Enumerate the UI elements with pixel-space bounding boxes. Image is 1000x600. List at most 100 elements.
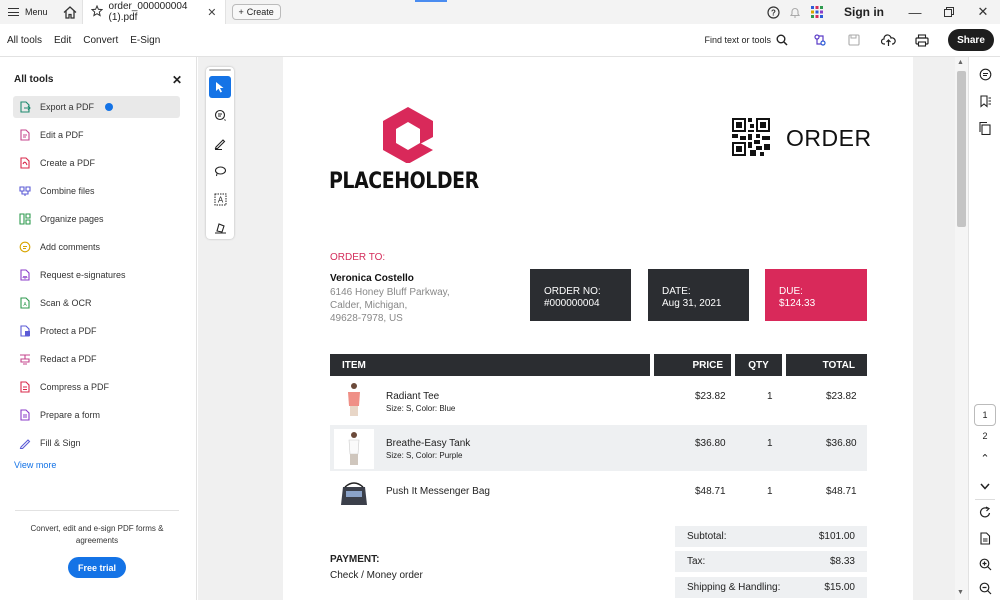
tool-prepare-form[interactable]: Prepare a form: [13, 404, 180, 426]
bookmarks-icon[interactable]: [976, 92, 994, 110]
payment-label: PAYMENT:: [330, 554, 380, 565]
tab-title: order_000000004 (1).pdf: [108, 1, 188, 23]
shipping-value: $15.00: [824, 582, 855, 593]
page-up-chevron-icon[interactable]: ⌃: [976, 449, 994, 467]
text-box-icon[interactable]: A: [209, 188, 231, 210]
right-rail: 1 2 ⌃: [968, 57, 1000, 600]
tool-redact-pdf[interactable]: Redact a PDF: [13, 348, 180, 370]
tool-label: Organize pages: [40, 214, 104, 224]
document-viewer[interactable]: A PLACEHOLDER ORDER ORDER TO: Veronica C…: [198, 57, 968, 600]
tool-export-pdf[interactable]: Export a PDF: [13, 96, 180, 118]
due-value: $124.33: [779, 298, 816, 309]
home-icon[interactable]: [58, 0, 82, 24]
create-pdf-icon: [19, 157, 31, 169]
item-qty: 1: [767, 438, 773, 449]
close-tab-icon[interactable]: ✕: [207, 6, 216, 19]
menu-esign[interactable]: E-Sign: [124, 35, 166, 46]
tool-organize-pages[interactable]: Organize pages: [13, 208, 180, 230]
lasso-icon[interactable]: [209, 160, 231, 182]
compress-pdf-icon: [19, 381, 31, 393]
tax-label: Tax:: [687, 556, 706, 567]
find-tools-button[interactable]: Find text or tools: [704, 34, 788, 46]
tool-scan-ocr[interactable]: A Scan & OCR: [13, 292, 180, 314]
close-panel-icon[interactable]: ✕: [172, 73, 182, 87]
current-page-input[interactable]: 1: [974, 404, 996, 426]
notifications-bell-icon[interactable]: [784, 0, 806, 24]
address-line: 49628-7978, US: [330, 313, 403, 324]
tool-compress-pdf[interactable]: Compress a PDF: [13, 376, 180, 398]
view-more-link[interactable]: View more: [14, 460, 56, 470]
tool-fill-sign[interactable]: Fill & Sign: [13, 432, 180, 454]
star-icon[interactable]: [90, 4, 103, 20]
apps-grid-icon[interactable]: [806, 0, 828, 24]
pdf-page: PLACEHOLDER ORDER ORDER TO: Veronica Cos…: [283, 57, 913, 600]
create-button[interactable]: + Create: [231, 4, 281, 20]
scrollbar-thumb[interactable]: [957, 71, 966, 227]
share-button[interactable]: Share: [948, 29, 994, 51]
help-icon[interactable]: ?: [762, 0, 784, 24]
new-badge-icon: [105, 103, 114, 111]
item-total: $23.82: [826, 391, 857, 402]
menu-edit[interactable]: Edit: [48, 35, 77, 46]
panel-divider: [15, 510, 179, 511]
save-icon[interactable]: [840, 24, 868, 57]
svg-text:A: A: [217, 195, 223, 204]
item-name: Push It Messenger Bag: [386, 486, 490, 497]
fit-page-icon[interactable]: [976, 529, 994, 547]
menu-all-tools[interactable]: All tools: [0, 35, 48, 46]
zoom-in-icon[interactable]: [976, 555, 994, 573]
vertical-scrollbar[interactable]: ▲ ▼: [955, 57, 968, 600]
tool-create-pdf[interactable]: Create a PDF: [13, 152, 180, 174]
prepare-form-icon: [19, 409, 31, 421]
tool-edit-pdf[interactable]: Edit a PDF: [13, 124, 180, 146]
menu-button[interactable]: Menu: [0, 0, 58, 24]
tool-add-comments[interactable]: Add comments: [13, 236, 180, 258]
protect-pdf-icon: [19, 325, 31, 337]
tool-label: Add comments: [40, 242, 101, 252]
sign-pen-icon[interactable]: [209, 216, 231, 238]
combine-files-icon: [19, 185, 31, 197]
tool-label: Request e-signatures: [40, 270, 126, 280]
add-comment-icon[interactable]: [209, 104, 231, 126]
item-total: $36.80: [826, 438, 857, 449]
toolbar-grip[interactable]: [209, 69, 231, 71]
comment-panel-icon[interactable]: [976, 65, 994, 83]
close-window-icon[interactable]: ✕: [966, 0, 1000, 24]
placeholder-logo: [383, 107, 433, 163]
tool-request-esignatures[interactable]: Request e-signatures: [13, 264, 180, 286]
plus-icon: +: [238, 7, 244, 17]
minimize-icon[interactable]: —: [898, 0, 932, 24]
item-price: $23.82: [695, 391, 726, 402]
scroll-down-arrow-icon[interactable]: ▼: [957, 589, 964, 596]
menu-convert[interactable]: Convert: [77, 35, 124, 46]
ai-assistant-icon[interactable]: [806, 24, 834, 57]
accent-line: [415, 0, 447, 2]
print-icon[interactable]: [908, 24, 936, 57]
draw-pen-icon[interactable]: [209, 132, 231, 154]
select-cursor-icon[interactable]: [209, 76, 231, 98]
rotate-icon[interactable]: [976, 503, 994, 521]
tool-label: Prepare a form: [40, 410, 101, 420]
logo-text: PLACEHOLDER: [329, 169, 479, 194]
tool-combine-files[interactable]: Combine files: [13, 180, 180, 202]
order-number-box: ORDER NO: #000000004: [530, 269, 631, 321]
due-label: DUE:: [779, 286, 803, 297]
tax-row: Tax: $8.33: [675, 551, 867, 572]
document-tab[interactable]: order_000000004 (1).pdf ✕: [81, 0, 226, 24]
free-trial-button[interactable]: Free trial: [68, 557, 126, 578]
restore-icon[interactable]: [932, 0, 966, 24]
customer-address: 6146 Honey Bluff Parkway, Calder, Michig…: [330, 286, 470, 325]
tool-protect-pdf[interactable]: Protect a PDF: [13, 320, 180, 342]
page-thumbnails-icon[interactable]: [976, 119, 994, 137]
sign-in-button[interactable]: Sign in: [844, 5, 884, 19]
column-header-price: PRICE: [654, 354, 731, 376]
upload-cloud-icon[interactable]: [874, 24, 902, 57]
create-label: Create: [246, 7, 274, 17]
product-image-tee: [335, 380, 373, 418]
scroll-up-arrow-icon[interactable]: ▲: [957, 59, 964, 66]
shipping-row: Shipping & Handling: $15.00: [675, 577, 867, 598]
edit-pdf-icon: [19, 129, 31, 141]
page-down-chevron-icon[interactable]: [976, 477, 994, 495]
zoom-out-icon[interactable]: [976, 579, 994, 597]
item-options: Size: S, Color: Blue: [386, 404, 456, 413]
